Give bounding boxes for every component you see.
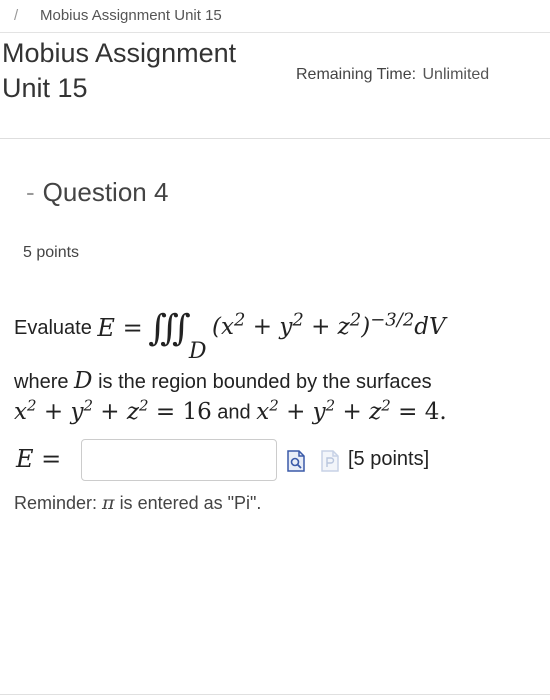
math-D: D [74, 368, 93, 394]
remaining-time: Remaining Time: Unlimited [296, 66, 489, 84]
integrand: (x2 + y2 + z2)−3/2dV [212, 309, 446, 340]
remaining-time-label: Remaining Time: [296, 66, 417, 83]
evaluate-label: Evaluate [14, 317, 92, 339]
breadcrumb-separator: / [14, 7, 19, 24]
format-icon[interactable] [320, 450, 340, 472]
collapse-dash[interactable]: - [26, 177, 35, 207]
integral-region: D [188, 339, 207, 364]
question-text-line1: Evaluate E = ∭D (x2 + y2 + z2)−3/2dV [14, 308, 446, 364]
math-pi: π [102, 492, 115, 514]
triple-integral-sign: ∭ [148, 308, 190, 349]
math-E: E = [97, 314, 143, 342]
answer-row: E = [5 points] [14, 439, 534, 483]
header: Mobius Assignment Unit 15 Remaining Time… [0, 32, 550, 139]
breadcrumb: / Mobius Assignment Unit 15 [0, 0, 550, 33]
preview-icon[interactable] [286, 450, 306, 472]
question-text-line2: where D is the region bounded by the sur… [14, 368, 432, 394]
surface-2: x2 + y2 + z2 = 4. [256, 396, 447, 425]
bottom-divider [0, 694, 550, 695]
reminder: Reminder: π is entered as "Pi". [14, 492, 262, 514]
question-title-text: Question 4 [42, 177, 169, 207]
breadcrumb-item[interactable]: Mobius Assignment Unit 15 [40, 7, 222, 24]
question-points: 5 points [23, 244, 80, 261]
remaining-time-value: Unlimited [422, 66, 490, 83]
answer-input[interactable] [81, 439, 277, 481]
answer-points: [5 points] [348, 448, 430, 470]
question-text-line3: x2 + y2 + z2 = 16 and x2 + y2 + z2 = 4. [14, 396, 447, 425]
question-title[interactable]: - Question 4 [26, 177, 168, 208]
page-title: Mobius Assignment Unit 15 [2, 38, 237, 103]
surface-1: x2 + y2 + z2 = 16 [14, 396, 212, 425]
answer-label: E = [16, 445, 62, 473]
